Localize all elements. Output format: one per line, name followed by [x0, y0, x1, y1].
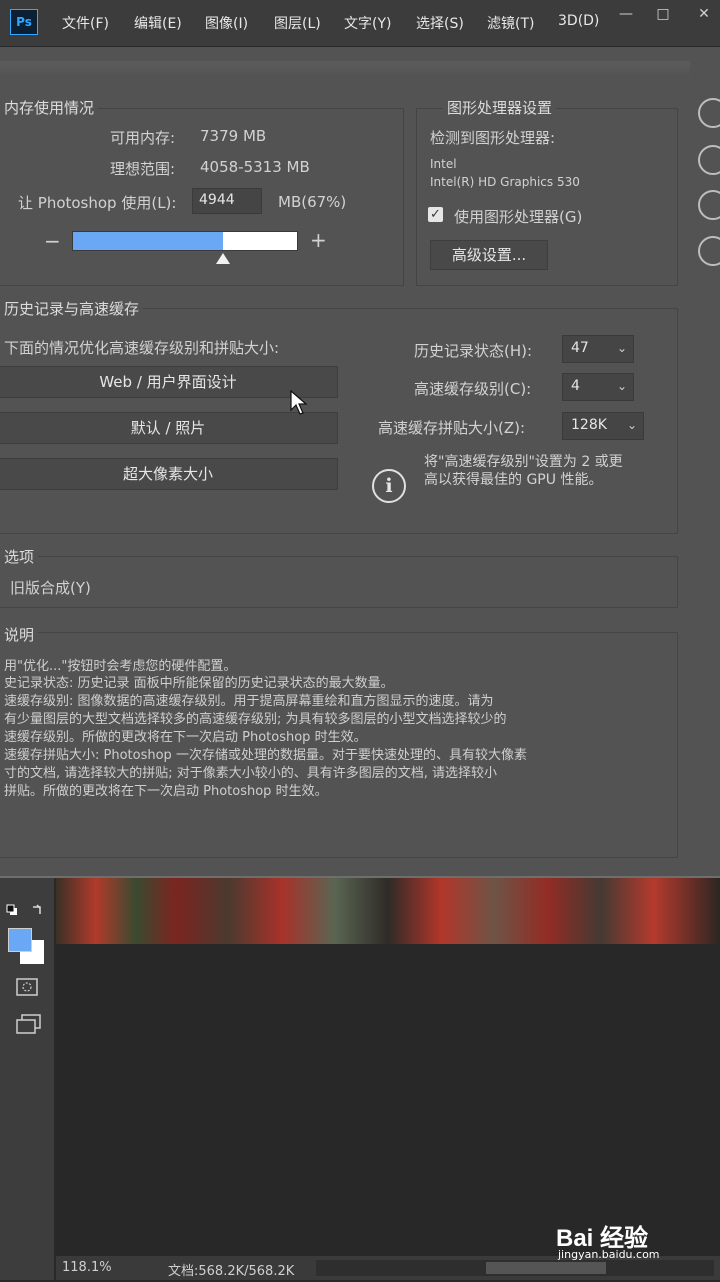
gpu-vendor: Intel	[430, 157, 457, 171]
maximize-button[interactable]: □	[649, 6, 677, 26]
screen-mode-icon[interactable]	[16, 1014, 42, 1036]
photoshop-logo-icon: Ps	[10, 9, 38, 35]
memory-slider-fill	[73, 232, 224, 250]
gpu-detected-label: 检测到图形处理器:	[430, 129, 556, 147]
history-cache-title: 历史记录与高速缓存	[0, 298, 144, 319]
description-line-6: 速缓存拼贴大小: Photoshop 一次存储或处理的数据量。对于要快速处理的、…	[4, 748, 527, 763]
cache-tile-size-label: 高速缓存拼贴大小(Z):	[378, 419, 526, 437]
watermark-url: jingyan.baidu.com	[558, 1248, 660, 1261]
menu-3d[interactable]: 3D(D)	[558, 13, 599, 29]
description-title: 说明	[0, 624, 39, 645]
increase-memory-button[interactable]: +	[310, 228, 327, 252]
preset-huge-pixel-button[interactable]: 超大像素大小	[0, 458, 338, 490]
memory-slider-track[interactable]	[72, 231, 298, 251]
side-button-3[interactable]	[698, 190, 720, 220]
cache-tile-size-select[interactable]: 128K ⌄	[562, 412, 644, 440]
menu-image[interactable]: 图像(I)	[205, 13, 248, 33]
history-states-label: 历史记录状态(H):	[414, 342, 533, 360]
history-states-value: 47	[571, 340, 589, 356]
use-gpu-checkbox[interactable]: ✓	[428, 207, 443, 222]
photoshop-use-label: 让 Photoshop 使用(L):	[18, 194, 177, 212]
cache-levels-select[interactable]: 4 ⌄	[562, 373, 634, 401]
ideal-range-label: 理想范围:	[110, 160, 176, 178]
document-image	[56, 878, 720, 944]
optimize-label: 下面的情况优化高速缓存级别和拼贴大小:	[4, 339, 280, 357]
preset-default-photo-button[interactable]: 默认 / 照片	[0, 412, 338, 444]
gpu-model: Intel(R) HD Graphics 530	[430, 175, 580, 189]
side-button-2[interactable]	[698, 145, 720, 175]
dialog-header-strip	[0, 61, 690, 77]
preset-web-ui-button[interactable]: Web / 用户界面设计	[0, 366, 338, 398]
gpu-settings-title: 图形处理器设置	[443, 97, 557, 118]
tools-panel	[0, 878, 54, 1280]
memory-unit-label: MB(67%)	[278, 193, 347, 211]
legacy-compositing-option[interactable]: 旧版合成(Y)	[10, 577, 91, 598]
cache-levels-label: 高速缓存级别(C):	[414, 380, 532, 398]
menu-edit[interactable]: 编辑(E)	[134, 13, 182, 33]
menu-filter[interactable]: 滤镜(T)	[487, 13, 534, 33]
description-line-7: 寸的文档, 请选择较大的拼贴; 对于像素大小较小的、具有许多图层的文档, 请选择…	[4, 766, 498, 781]
side-button-4[interactable]	[698, 236, 720, 266]
description-line-8: 拼贴。所做的更改将在下一次启动 Photoshop 时生效。	[4, 784, 328, 799]
default-colors-icon[interactable]	[6, 904, 18, 916]
ideal-range-value: 4058-5313 MB	[200, 158, 310, 176]
close-button[interactable]: ✕	[690, 6, 718, 26]
side-button-1[interactable]	[698, 98, 720, 128]
options-group	[0, 556, 678, 608]
cache-tile-size-value: 128K	[571, 417, 607, 433]
use-gpu-label: 使用图形处理器(G)	[454, 208, 583, 226]
chevron-down-icon: ⌄	[616, 379, 627, 393]
memory-amount-input[interactable]: 4944	[192, 188, 262, 214]
menu-bar: Ps 文件(F) 编辑(E) 图像(I) 图层(L) 文字(Y) 选择(S) 滤…	[0, 0, 720, 47]
description-line-5: 速缓存级别。所做的更改将在下一次启动 Photoshop 时生效。	[4, 730, 367, 745]
zoom-level[interactable]: 118.1%	[62, 1260, 112, 1275]
description-line-3: 速缓存级别: 图像数据的高速缓存级别。用于提高屏幕重绘和直方图显示的速度。请为	[4, 694, 494, 709]
options-title: 选项	[0, 546, 39, 567]
menu-file[interactable]: 文件(F)	[62, 13, 109, 33]
foreground-color-swatch[interactable]	[8, 928, 32, 952]
menu-type[interactable]: 文字(Y)	[344, 13, 391, 33]
document-size-info: 文档:568.2K/568.2K	[168, 1264, 295, 1279]
available-memory-label: 可用内存:	[110, 129, 176, 147]
mouse-pointer-icon	[290, 390, 308, 415]
chevron-down-icon: ⌄	[626, 418, 637, 432]
description-line-2: 史记录状态: 历史记录 面板中所能保留的历史记录状态的最大数量。	[4, 676, 394, 691]
available-memory-value: 7379 MB	[200, 127, 267, 145]
memory-usage-title: 内存使用情况	[0, 97, 99, 118]
chevron-down-icon: ⌄	[616, 341, 627, 355]
minimize-button[interactable]: —	[612, 6, 640, 26]
quick-mask-icon[interactable]	[16, 978, 38, 998]
history-states-select[interactable]: 47 ⌄	[562, 335, 634, 363]
advanced-settings-button[interactable]: 高级设置...	[430, 240, 548, 270]
menu-layer[interactable]: 图层(L)	[274, 13, 321, 33]
baidu-watermark: Bai 经验 jingyan.baidu.com	[556, 1218, 716, 1264]
menu-select[interactable]: 选择(S)	[416, 13, 464, 33]
decrease-memory-button[interactable]: −	[44, 229, 61, 253]
memory-slider-thumb[interactable]	[216, 253, 231, 264]
description-line-4: 有少量图层的大型文档选择较多的高速缓存级别; 为具有较多图层的小型文档选择较少的	[4, 712, 507, 727]
cache-levels-value: 4	[571, 378, 580, 394]
swap-colors-icon[interactable]	[31, 904, 43, 916]
info-icon: i	[372, 469, 406, 503]
cache-tip-line-2: 高以获得最佳的 GPU 性能。	[424, 472, 603, 488]
cache-tip-line-1: 将"高速缓存级别"设置为 2 或更	[424, 454, 623, 470]
